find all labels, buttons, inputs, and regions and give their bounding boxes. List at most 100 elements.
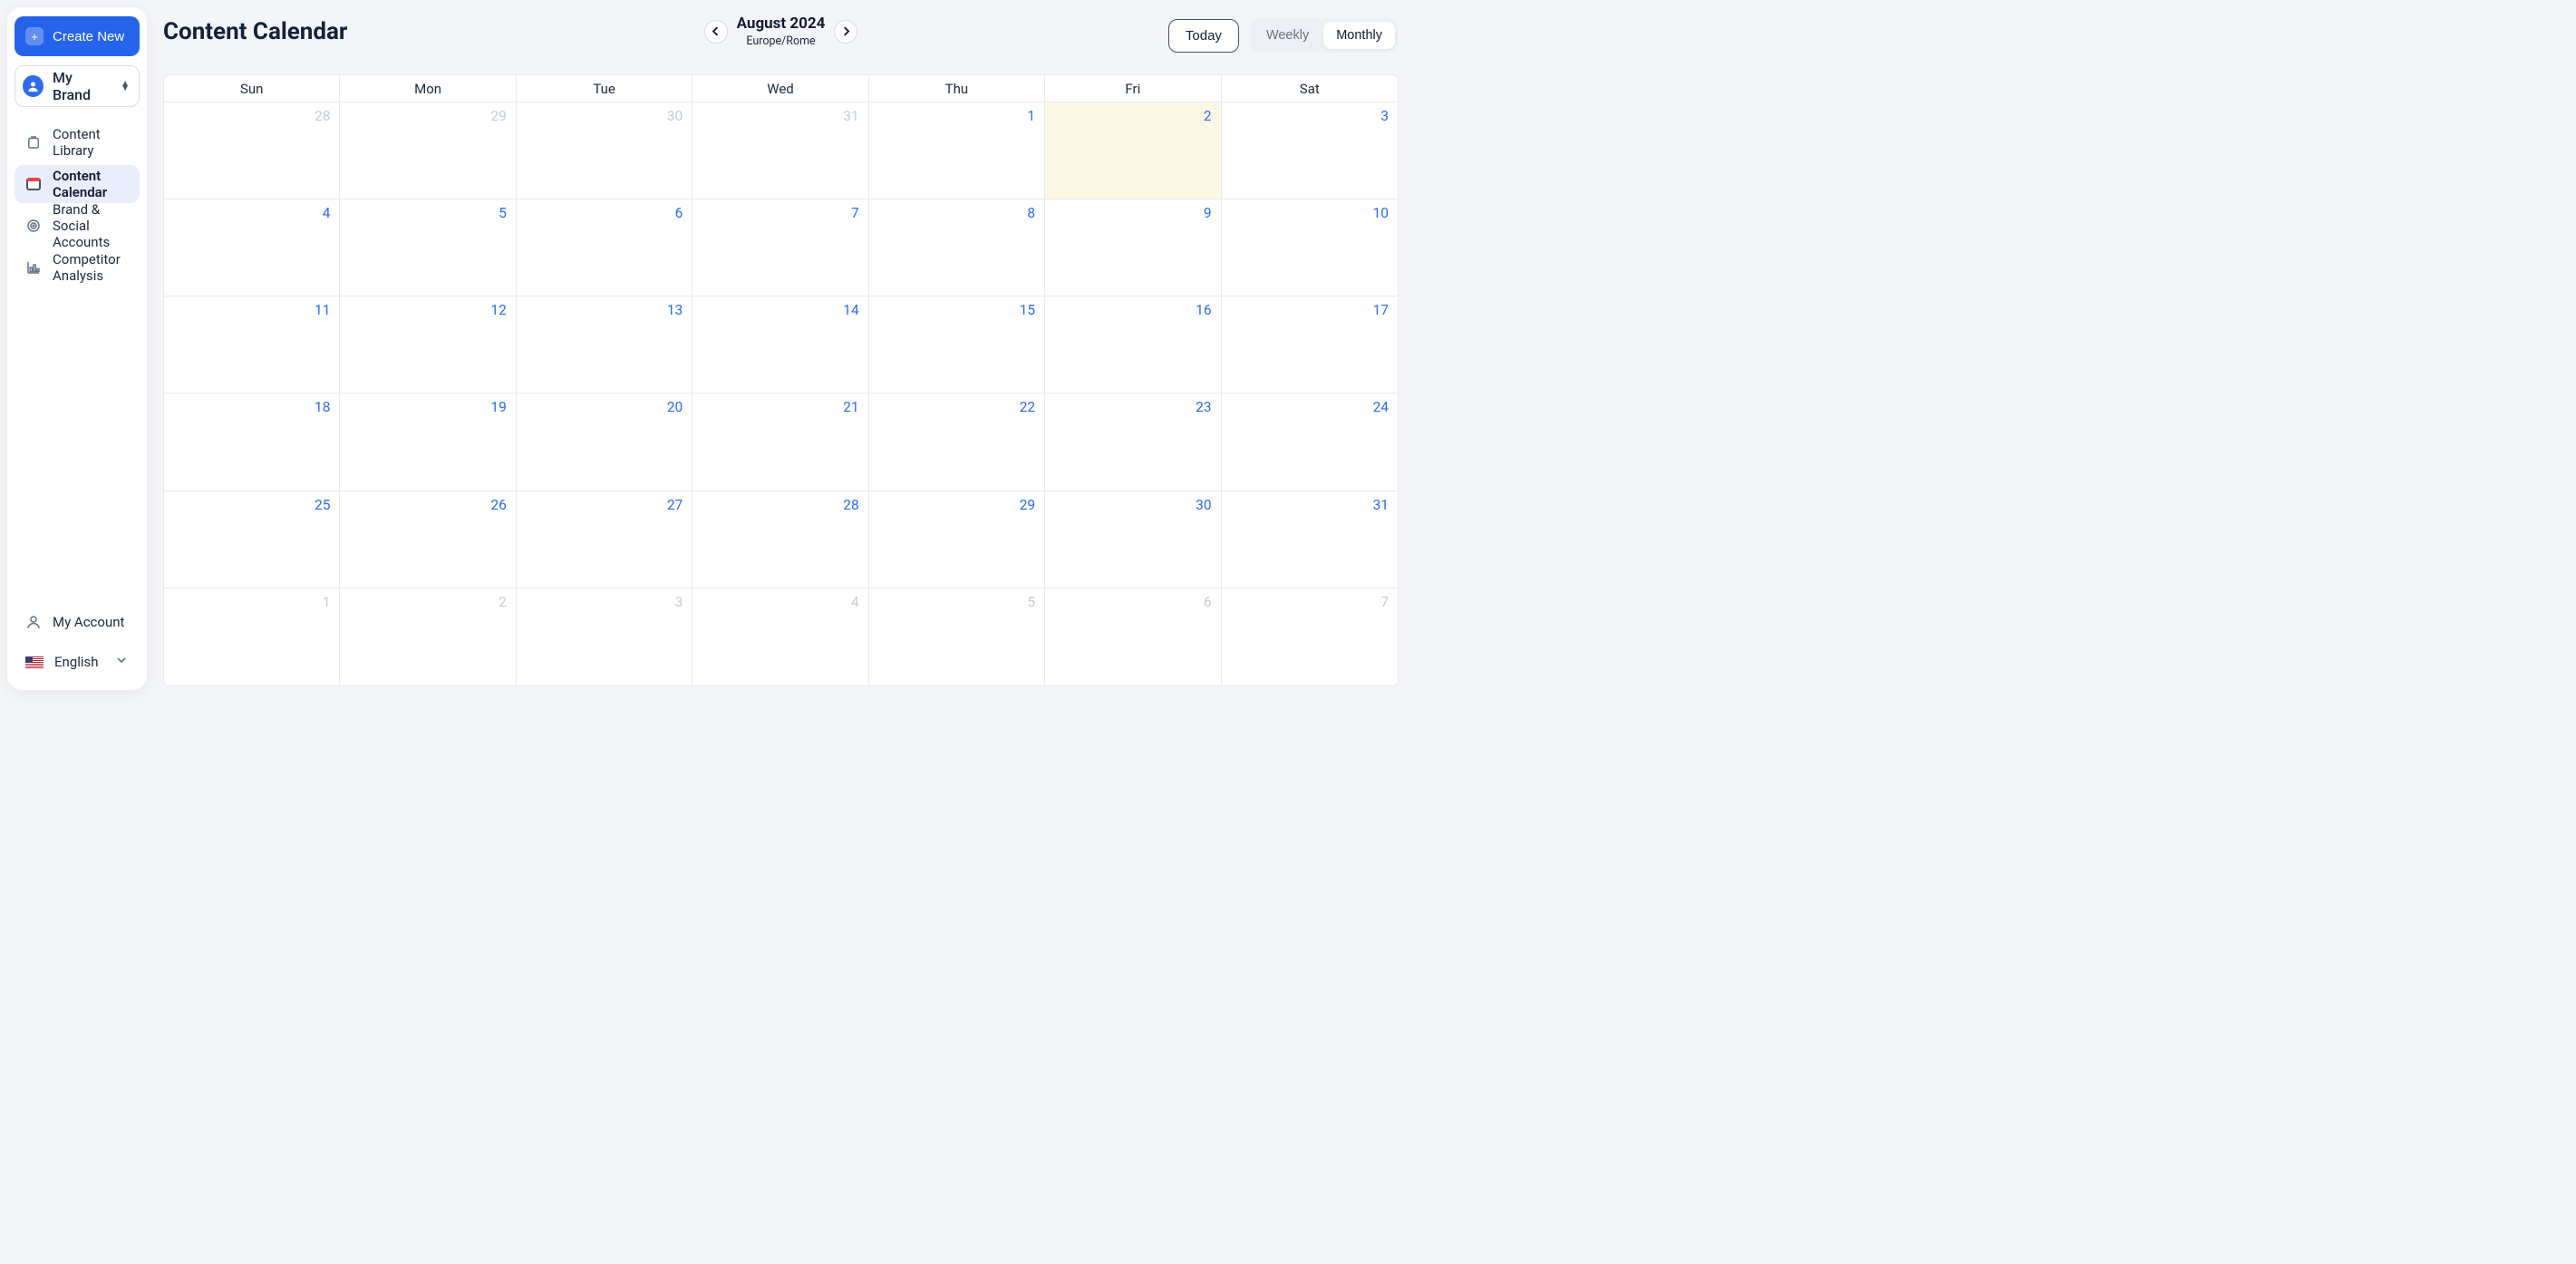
day-number: 27 (667, 497, 683, 513)
day-number: 1 (1027, 108, 1035, 124)
day-number: 10 (1373, 205, 1389, 221)
day-cell[interactable]: 11 (164, 297, 340, 394)
day-cell[interactable]: 9 (1045, 199, 1221, 297)
timezone-label: Europe/Rome (737, 34, 826, 48)
day-number: 1 (323, 594, 331, 610)
day-number: 28 (315, 108, 330, 124)
calendar-grid: 2829303112345678910111213141516171819202… (164, 102, 1398, 685)
day-cell[interactable]: 2 (340, 588, 516, 685)
create-new-label: Create New (53, 29, 124, 44)
day-number: 29 (490, 108, 506, 124)
day-cell[interactable]: 14 (692, 297, 868, 394)
sidebar-item-content-library[interactable]: Content Library (15, 123, 140, 161)
view-weekly-button[interactable]: Weekly (1254, 22, 1322, 49)
avatar-icon (23, 75, 44, 97)
day-cell[interactable]: 22 (869, 394, 1045, 491)
day-number: 16 (1196, 302, 1211, 318)
library-icon (25, 134, 42, 151)
dow-fri: Fri (1045, 75, 1221, 102)
my-account-link[interactable]: My Account (15, 605, 140, 639)
day-cell[interactable]: 27 (517, 491, 692, 588)
dow-thu: Thu (869, 75, 1045, 102)
day-cell[interactable]: 7 (1222, 588, 1398, 685)
day-cell[interactable]: 4 (692, 588, 868, 685)
day-cell[interactable]: 25 (164, 491, 340, 588)
language-selector[interactable]: English (15, 645, 140, 679)
month-block: August 2024 Europe/Rome (737, 15, 826, 48)
sidebar-item-label: Content Calendar (53, 168, 129, 200)
today-button[interactable]: Today (1168, 19, 1239, 53)
sidebar-item-content-calendar[interactable]: Content Calendar (15, 165, 140, 203)
day-number: 3 (675, 594, 683, 610)
day-cell[interactable]: 4 (164, 199, 340, 297)
sidebar-item-brand-accounts[interactable]: Brand & Social Accounts (15, 207, 140, 245)
brand-selector[interactable]: My Brand ▲▼ (15, 65, 140, 107)
day-cell[interactable]: 29 (869, 491, 1045, 588)
day-cell[interactable]: 3 (1222, 102, 1398, 199)
main-content: Content Calendar August 2024 Europe/Rome… (154, 0, 1413, 697)
day-number: 14 (843, 302, 858, 318)
language-label: English (54, 654, 99, 670)
day-number: 18 (315, 399, 330, 415)
day-number: 31 (843, 108, 858, 124)
day-cell[interactable]: 1 (869, 102, 1045, 199)
day-number: 6 (1204, 594, 1212, 610)
day-cell[interactable]: 19 (340, 394, 516, 491)
create-new-button[interactable]: + Create New (15, 16, 140, 56)
day-cell[interactable]: 6 (1045, 588, 1221, 685)
month-navigator: August 2024 Europe/Rome (704, 15, 858, 48)
day-cell[interactable]: 17 (1222, 297, 1398, 394)
day-cell[interactable]: 26 (340, 491, 516, 588)
next-month-button[interactable] (834, 20, 857, 44)
day-cell[interactable]: 2 (1045, 102, 1221, 199)
day-number: 2 (1204, 108, 1212, 124)
day-cell[interactable]: 7 (692, 199, 868, 297)
day-number: 12 (490, 302, 506, 318)
day-number: 28 (843, 497, 858, 513)
day-cell[interactable]: 23 (1045, 394, 1221, 491)
calendar-icon (25, 176, 42, 192)
day-cell[interactable]: 31 (692, 102, 868, 199)
day-cell[interactable]: 18 (164, 394, 340, 491)
day-number: 7 (1380, 594, 1389, 610)
day-cell[interactable]: 20 (517, 394, 692, 491)
day-cell[interactable]: 5 (340, 199, 516, 297)
day-number: 13 (667, 302, 683, 318)
day-cell[interactable]: 24 (1222, 394, 1398, 491)
day-number: 25 (315, 497, 330, 513)
day-cell[interactable]: 12 (340, 297, 516, 394)
day-number: 7 (851, 205, 859, 221)
day-cell[interactable]: 30 (1045, 491, 1221, 588)
sidebar-item-label: Competitor Analysis (53, 251, 129, 284)
day-number: 8 (1027, 205, 1035, 221)
day-cell[interactable]: 10 (1222, 199, 1398, 297)
day-cell[interactable]: 31 (1222, 491, 1398, 588)
day-number: 23 (1196, 399, 1211, 415)
day-number: 30 (667, 108, 683, 124)
day-number: 20 (667, 399, 683, 415)
day-cell[interactable]: 5 (869, 588, 1045, 685)
day-cell[interactable]: 6 (517, 199, 692, 297)
sidebar-item-competitor-analysis[interactable]: Competitor Analysis (15, 248, 140, 287)
day-cell[interactable]: 28 (692, 491, 868, 588)
day-cell[interactable]: 8 (869, 199, 1045, 297)
day-cell[interactable]: 13 (517, 297, 692, 394)
day-cell[interactable]: 21 (692, 394, 868, 491)
sidebar-footer: My Account English (15, 605, 140, 679)
day-cell[interactable]: 3 (517, 588, 692, 685)
day-cell[interactable]: 16 (1045, 297, 1221, 394)
day-number: 6 (675, 205, 683, 221)
day-number: 4 (323, 205, 331, 221)
day-number: 31 (1373, 497, 1389, 513)
dow-tue: Tue (517, 75, 692, 102)
day-cell[interactable]: 29 (340, 102, 516, 199)
day-number: 2 (499, 594, 507, 610)
view-monthly-button[interactable]: Monthly (1323, 22, 1395, 49)
day-cell[interactable]: 30 (517, 102, 692, 199)
day-cell[interactable]: 28 (164, 102, 340, 199)
day-cell[interactable]: 1 (164, 588, 340, 685)
day-cell[interactable]: 15 (869, 297, 1045, 394)
prev-month-button[interactable] (704, 20, 728, 44)
dow-mon: Mon (340, 75, 516, 102)
target-icon (25, 218, 42, 234)
